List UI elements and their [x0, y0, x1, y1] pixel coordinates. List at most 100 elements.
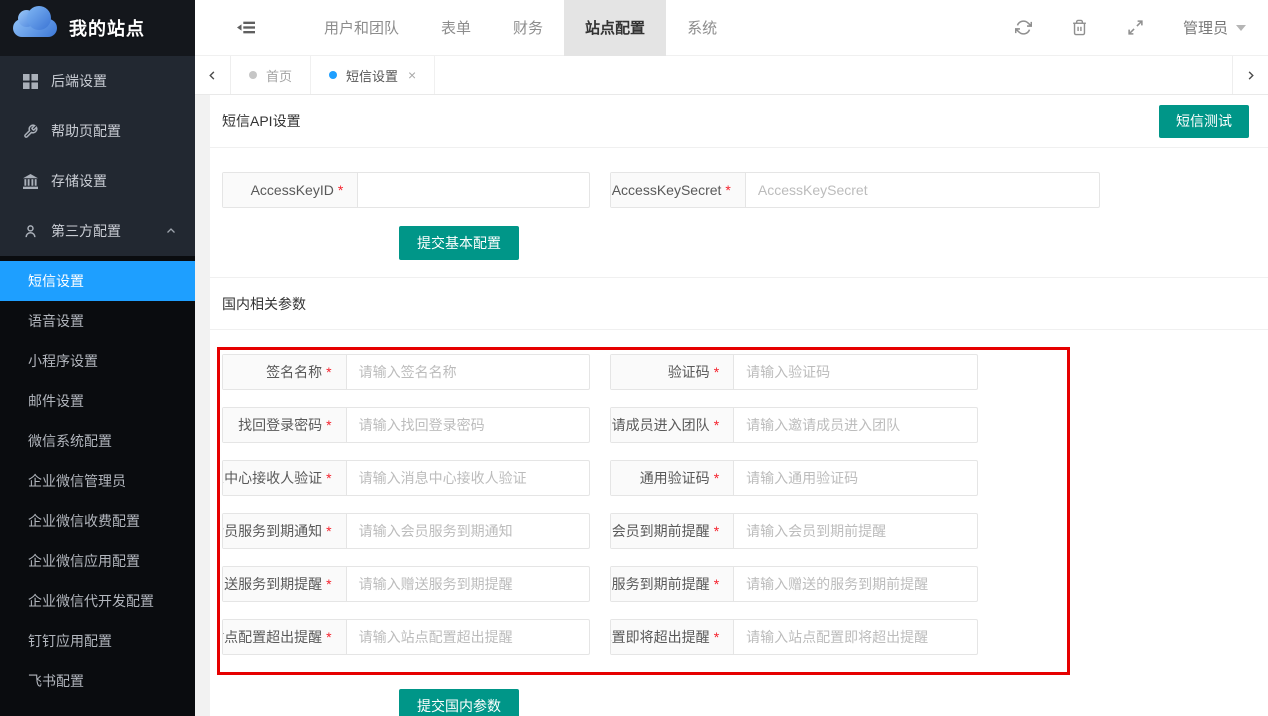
chevron-right-icon[interactable] [1232, 56, 1268, 94]
chevron-up-icon[interactable] [165, 225, 177, 237]
refresh-icon[interactable] [1015, 19, 1033, 37]
top-tab-forms[interactable]: 表单 [420, 0, 492, 56]
param-row: 站点配置超出提醒* 站点配置即将超出提醒* [222, 619, 1067, 655]
submit-basic-config-button[interactable]: 提交基本配置 [399, 226, 519, 260]
top-tab-site-config[interactable]: 站点配置 [564, 0, 666, 56]
sidebar-item-wechat-system-config[interactable]: 微信系统配置 [0, 421, 195, 461]
top-tab-label: 用户和团队 [324, 17, 399, 38]
required-mark: * [714, 629, 719, 645]
sidebar-item-sms-settings[interactable]: 短信设置 [0, 261, 195, 301]
label-text: 赠送服务到期提醒 [223, 574, 322, 594]
content-panel: 短信API设置 短信测试 AccessKeyID* AccessKeySecre… [210, 95, 1268, 716]
submenu-label: 邮件设置 [28, 391, 84, 411]
label-text: 会员服务到期通知 [223, 521, 322, 541]
top-tab-users-teams[interactable]: 用户和团队 [303, 0, 420, 56]
member-expire-reminder-input[interactable] [734, 514, 977, 548]
trash-icon[interactable] [1071, 19, 1089, 37]
field-label: 站点配置即将超出提醒* [611, 620, 734, 654]
field-label: 站点配置超出提醒* [223, 620, 347, 654]
message-center-verify-input[interactable] [347, 461, 589, 495]
sidebar-item-wecom-app-config[interactable]: 企业微信应用配置 [0, 541, 195, 581]
field-label: 邀请成员进入团队* [611, 408, 734, 442]
sidebar-item-voice-settings[interactable]: 语音设置 [0, 301, 195, 341]
label-text: 站点配置即将超出提醒 [611, 627, 710, 647]
submenu-label: 小程序设置 [28, 351, 98, 371]
site-config-about-exceed-input[interactable] [734, 620, 977, 654]
site-config-exceed-input[interactable] [347, 620, 589, 654]
collapse-menu-icon[interactable] [237, 20, 255, 35]
param-row: 签名名称* 验证码* [222, 354, 1067, 390]
signature-name-input[interactable] [347, 355, 589, 389]
domestic-section-header: 国内相关参数 [210, 278, 1268, 330]
message-center-verify-field-group: 消息中心接收人验证* [222, 460, 590, 496]
retrieve-password-input[interactable] [347, 408, 589, 442]
page-tab-strip: 首页 短信设置 × [195, 56, 1268, 95]
sms-test-button[interactable]: 短信测试 [1159, 105, 1249, 138]
required-mark: * [326, 417, 331, 433]
section-title: 短信API设置 [222, 111, 301, 131]
submenu-label: 企业微信代开发配置 [28, 591, 154, 611]
param-row: 找回登录密码* 邀请成员进入团队* [222, 407, 1067, 443]
label-text: 赠送的服务到期前提醒 [611, 574, 710, 594]
label-text: 会员到期前提醒 [612, 521, 710, 541]
chevron-left-icon[interactable] [195, 56, 231, 94]
field-label: AccessKeyID* [223, 173, 358, 207]
accesskeyid-input[interactable] [358, 173, 589, 207]
top-bar-actions: 管理员 [1015, 17, 1246, 38]
top-tab-system[interactable]: 系统 [666, 0, 738, 56]
submenu-label: 飞书配置 [28, 671, 84, 691]
sidebar-item-help-page-config[interactable]: 帮助页配置 [0, 106, 195, 156]
sidebar-item-mail-settings[interactable]: 邮件设置 [0, 381, 195, 421]
label-text: 邀请成员进入团队 [611, 415, 710, 435]
required-mark: * [725, 182, 730, 198]
caret-down-icon [1236, 25, 1246, 31]
gift-service-pre-expire-field-group: 赠送的服务到期前提醒* [610, 566, 978, 602]
field-label: 验证码* [611, 355, 734, 389]
label-text: 通用验证码 [640, 468, 710, 488]
sidebar-item-wecom-admin[interactable]: 企业微信管理员 [0, 461, 195, 501]
wrench-icon [22, 123, 38, 139]
sidebar-item-label: 第三方配置 [51, 221, 121, 241]
member-expire-reminder-field-group: 会员到期前提醒* [610, 513, 978, 549]
close-icon[interactable]: × [408, 67, 416, 83]
page-tab-label: 首页 [266, 66, 292, 85]
general-verify-code-field-group: 通用验证码* [610, 460, 978, 496]
field-label: 会员到期前提醒* [611, 514, 734, 548]
sidebar-item-wecom-dev-config[interactable]: 企业微信代开发配置 [0, 581, 195, 621]
top-tab-label: 系统 [687, 17, 717, 38]
label-text: 验证码 [668, 362, 710, 382]
label-text: 消息中心接收人验证 [223, 468, 322, 488]
required-mark: * [338, 182, 343, 198]
gift-service-pre-expire-input[interactable] [734, 567, 977, 601]
page-tab-sms-settings[interactable]: 短信设置 × [311, 56, 435, 94]
gift-service-expire-field-group: 赠送服务到期提醒* [222, 566, 590, 602]
fullscreen-icon[interactable] [1127, 19, 1145, 37]
sidebar-item-third-party-config[interactable]: 第三方配置 [0, 206, 195, 256]
required-mark: * [714, 576, 719, 592]
sidebar-item-backend-settings[interactable]: 后端设置 [0, 56, 195, 106]
invite-member-input[interactable] [734, 408, 977, 442]
admin-dropdown[interactable]: 管理员 [1183, 17, 1246, 38]
label-text: 签名名称 [266, 362, 322, 382]
invite-member-field-group: 邀请成员进入团队* [610, 407, 978, 443]
verify-code-input[interactable] [734, 355, 977, 389]
member-service-expire-input[interactable] [347, 514, 589, 548]
page-tab-home[interactable]: 首页 [231, 56, 311, 94]
gift-service-expire-input[interactable] [347, 567, 589, 601]
grid-icon [22, 73, 38, 89]
sidebar-item-feishu-config[interactable]: 飞书配置 [0, 661, 195, 701]
required-mark: * [326, 629, 331, 645]
general-verify-code-input[interactable] [734, 461, 977, 495]
sidebar-item-storage-settings[interactable]: 存储设置 [0, 156, 195, 206]
top-tab-finance[interactable]: 财务 [492, 0, 564, 56]
sidebar-item-label: 存储设置 [51, 171, 107, 191]
sidebar-item-dingtalk-app-config[interactable]: 钉钉应用配置 [0, 621, 195, 661]
submit-domestic-params-button[interactable]: 提交国内参数 [399, 689, 519, 716]
sidebar-item-miniprogram-settings[interactable]: 小程序设置 [0, 341, 195, 381]
api-submit-row: 提交基本配置 [399, 226, 1268, 260]
accesskeysecret-input[interactable] [746, 173, 1099, 207]
person-icon [22, 223, 38, 239]
top-tab-label: 站点配置 [585, 17, 645, 38]
sidebar-item-label: 帮助页配置 [51, 121, 121, 141]
sidebar-item-wecom-billing-config[interactable]: 企业微信收费配置 [0, 501, 195, 541]
